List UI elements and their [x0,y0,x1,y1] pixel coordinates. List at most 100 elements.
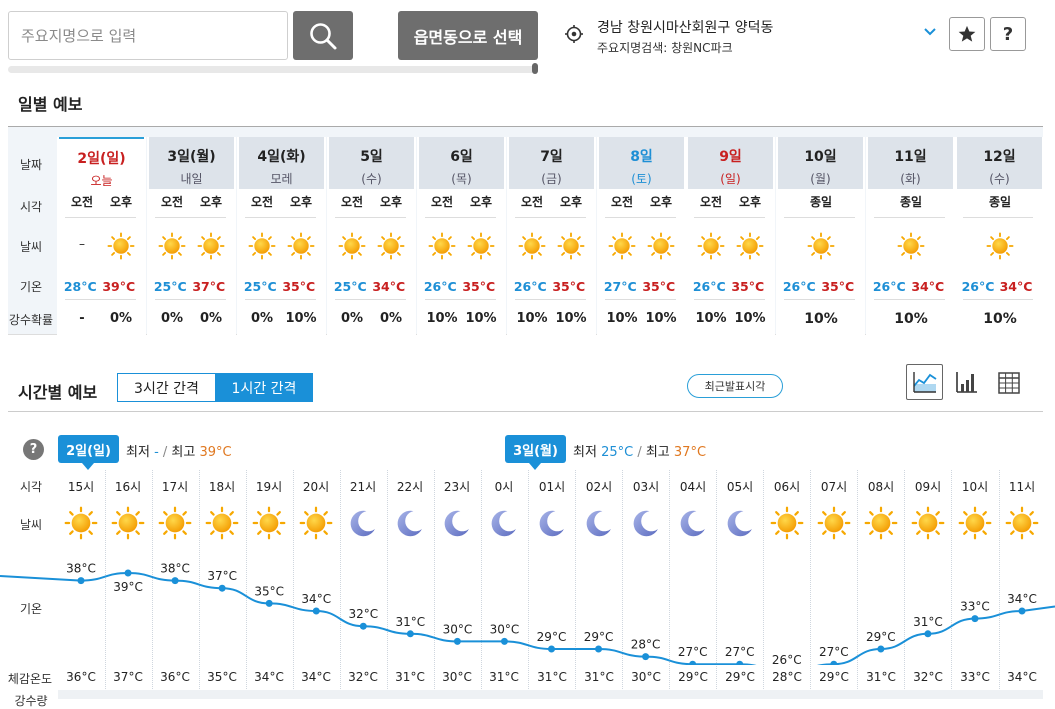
day-header[interactable]: 2일(일) 오늘 [59,137,144,189]
day-header[interactable]: 12일 (수) [957,137,1042,189]
day-column: 9일 (일) 오전 10% 오후 10% 26°C 35°C [686,137,775,335]
precip-prob: - [79,311,85,326]
sun-icon [557,232,585,260]
divider [963,217,1033,218]
sun-icon [897,232,925,260]
no-data: – [79,237,85,251]
sun-icon [111,506,145,540]
temp-low: 26°C [872,279,906,294]
precip-prob: 0% [199,311,223,326]
day-header[interactable]: 10일 (월) [778,137,863,189]
feels-like-temp: 34°C [254,670,284,684]
feels-like-temp: 34°C [1007,670,1037,684]
precip-prob: 10% [983,311,1017,327]
help-icon[interactable]: ? [23,439,44,460]
hour-label: 18시 [208,480,236,494]
temp-point [77,577,85,585]
precip-prob: 10% [606,311,638,326]
day-header[interactable]: 3일(월) 내일 [149,137,234,189]
temp-point [877,645,885,653]
sun-icon [64,506,98,540]
temp-value-label: 38°C [160,562,190,576]
sun-icon [467,232,495,260]
divider [784,299,855,300]
temp-point [689,660,697,665]
day-header[interactable]: 9일 (일) [688,137,773,189]
temp-low: 27°C [603,279,637,294]
time-label: 오전 [430,195,454,209]
hourly-row-label-precip: 강수량 [14,694,48,708]
day-date: 4일(화) [257,149,306,165]
temp-low: 25°C [243,279,277,294]
time-label: 오후 [199,195,223,209]
hour-label: 05시 [726,480,754,494]
sun-icon [958,506,992,540]
feels-like-temp: 36°C [66,670,96,684]
sun-icon [817,506,851,540]
day-header[interactable]: 5일 (수) [329,137,414,189]
feels-like-temp: 29°C [819,670,849,684]
day-header[interactable]: 8일 (토) [599,137,684,189]
feels-like-temp: 36°C [160,670,190,684]
search-button[interactable] [293,11,353,60]
select-by-dong-button[interactable]: 읍면동으로 선택 [398,11,538,60]
tab-3hour[interactable]: 3시간 간격 [117,373,216,402]
day-sub: (화) [900,172,921,186]
precip-prob: 10% [734,311,766,326]
feels-like-temp: 34°C [301,670,331,684]
temperature-line [0,571,1055,665]
day-header[interactable]: 7일 (금) [509,137,594,189]
favorite-button[interactable] [949,17,985,51]
feels-like-temp: 29°C [725,670,755,684]
day-date: 8일 [630,149,653,165]
chevron-down-icon[interactable] [922,26,938,38]
divider [335,217,406,218]
moon-icon [680,510,705,537]
location-sub: 주요지명검색: 창원NC파크 [597,41,733,55]
tag-pointer [82,463,94,470]
table-view-icon[interactable] [998,372,1020,394]
temp-value-label: 27°C [819,645,849,659]
sun-icon [248,232,276,260]
search-input[interactable] [9,12,287,59]
sun-icon [986,232,1014,260]
day-date: 2일(일) [77,151,126,167]
day-tag-1: 3일(월) [505,435,566,471]
day-column: 10일 (월) 종일 10% 26°C 35°C [776,137,865,335]
min-label: 최저 [126,445,150,460]
question-icon: ? [1002,23,1014,45]
temp-point [595,645,603,653]
hour-label: 22시 [396,480,424,494]
divider [874,299,945,300]
precip-prob: 10% [804,311,838,327]
feels-like-temp: 30°C [442,670,472,684]
search-scrollbar[interactable] [8,63,538,74]
day-header[interactable]: 11일 (화) [868,137,953,189]
temp-high: 34°C [372,279,406,294]
feels-like-temp: 33°C [960,670,990,684]
search-box[interactable] [8,11,288,60]
temp-high: 34°C [999,279,1033,294]
hour-label: 06시 [773,480,801,494]
temp-value-label: 26°C [772,653,802,665]
day-header[interactable]: 4일(화) 모레 [239,137,324,189]
feels-like-temp: 30°C [631,670,661,684]
temp-point [218,584,226,592]
hourly-row-label-feels: 체감온도 [7,672,53,686]
day-column: 11일 (화) 종일 10% 26°C 34°C [866,137,955,335]
scrollbar-thumb[interactable] [532,63,538,74]
row-label-date: 날짜 [19,158,43,172]
temp-high: 39°C [102,279,136,294]
precip-prob: 0% [340,311,364,326]
latest-release-button[interactable]: 최근발표시각 [687,374,783,398]
day-date: 7일 [540,149,563,165]
temp-value-label: 34°C [301,592,331,606]
bar-graph-icon[interactable] [955,370,979,394]
precip-prob: 0% [160,311,184,326]
help-button[interactable]: ? [990,17,1026,51]
day-header[interactable]: 6일 (목) [419,137,504,189]
graph-view-button[interactable] [906,364,943,400]
temp-point [265,599,273,607]
tab-1hour[interactable]: 1시간 간격 [215,373,313,402]
precip-prob: 10% [465,311,497,326]
